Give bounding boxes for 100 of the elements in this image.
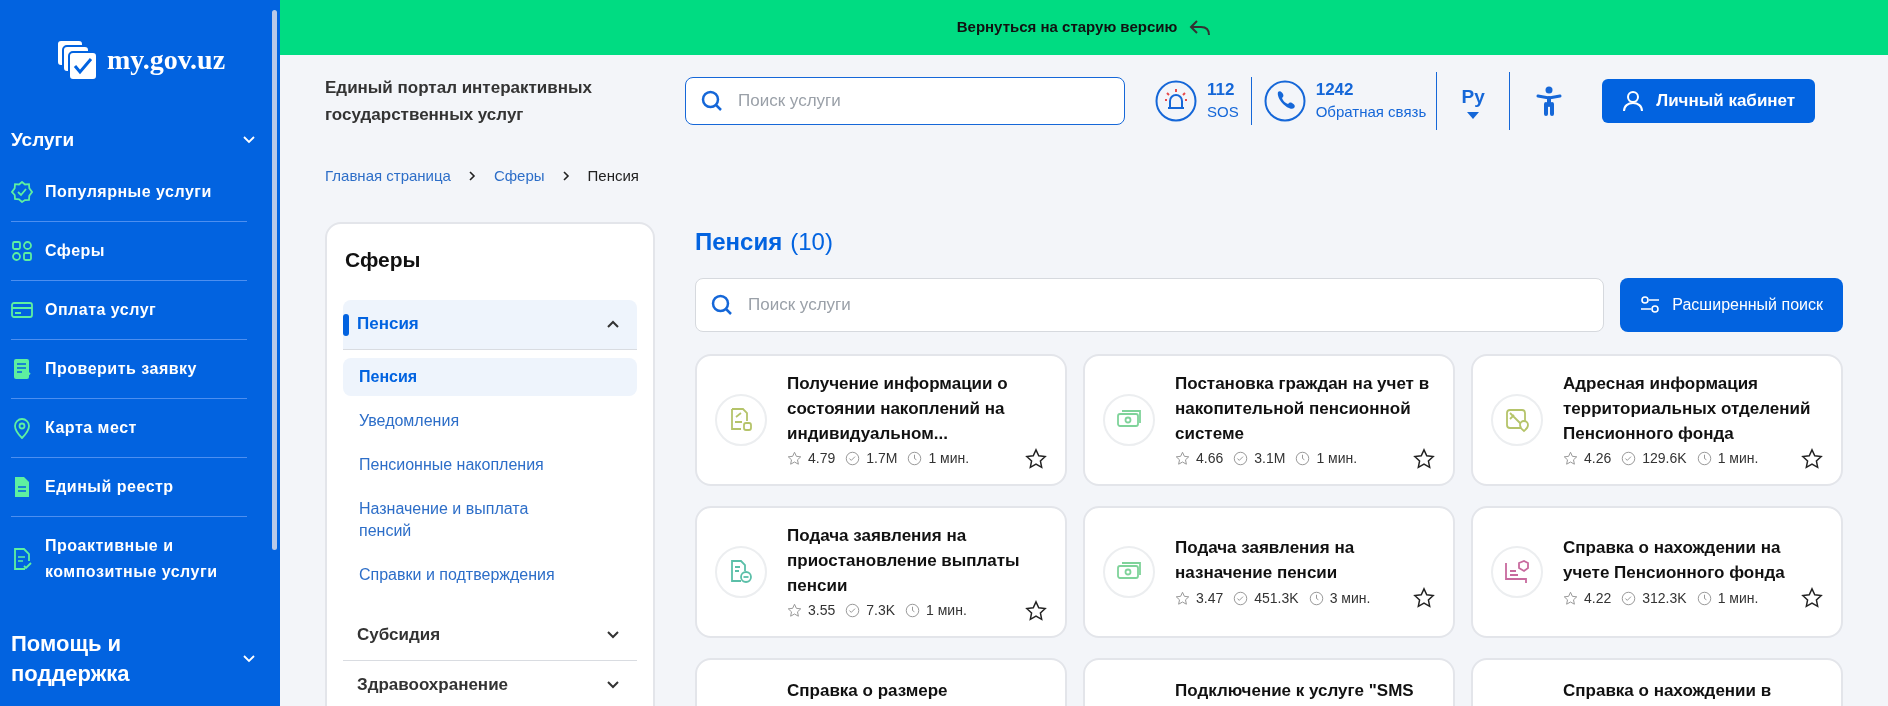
sidebar-item[interactable]: Проверить заявку bbox=[11, 339, 247, 399]
siren-icon bbox=[1155, 80, 1197, 122]
usage-count: 7.3K bbox=[866, 601, 896, 620]
usage-count: 1.7M bbox=[866, 449, 898, 468]
rating-value: 3.47 bbox=[1196, 588, 1224, 608]
badge-check-icon bbox=[11, 180, 33, 203]
usage-count: 312.3K bbox=[1642, 588, 1687, 608]
grid-icon bbox=[11, 239, 33, 262]
star-icon bbox=[1563, 451, 1578, 466]
document-check-icon bbox=[11, 547, 33, 570]
rating-value: 3.55 bbox=[808, 601, 836, 620]
subcategory-item[interactable]: Уведомления bbox=[343, 401, 637, 440]
contact-link[interactable]: 112 SOS bbox=[1155, 79, 1239, 123]
contact-label: SOS bbox=[1207, 102, 1239, 122]
advanced-search-button[interactable]: Расширенный поиск bbox=[1620, 278, 1843, 332]
clock-icon bbox=[905, 603, 921, 618]
favorite-star-icon[interactable] bbox=[1025, 599, 1047, 622]
location-pin-icon bbox=[11, 416, 33, 439]
contact-number: 112 bbox=[1207, 79, 1236, 101]
chevron-icon bbox=[243, 136, 255, 145]
service-card[interactable]: Адресная информация территориальных отделений Пенсионного фонда 4.26 129.6K 1 мин. bbox=[1471, 354, 1843, 486]
usage-count: 3.1M bbox=[1254, 449, 1286, 468]
contact-number: 1242 bbox=[1315, 79, 1355, 101]
card-title: Справка о нахождении в bbox=[1563, 680, 1772, 702]
breadcrumb-link[interactable]: Главная страница bbox=[325, 164, 451, 188]
service-card[interactable]: Справка о нахождении на учете Пенсионного фонда 4.22 312.3K 1 мин. bbox=[1471, 506, 1843, 638]
section-toggle[interactable]: Помощь и поддержка bbox=[11, 628, 269, 689]
service-card[interactable]: Справка о нахождении в bbox=[1471, 658, 1843, 706]
usage-count: 451.3K bbox=[1254, 588, 1299, 608]
duration: 1 мин. bbox=[1717, 588, 1759, 608]
service-search-field[interactable]: Поиск услуги bbox=[695, 278, 1605, 332]
language-selector[interactable]: Ру bbox=[1437, 83, 1510, 119]
service-card[interactable]: Подключение к услуге "SMS bbox=[1083, 658, 1455, 706]
clock-icon bbox=[1696, 590, 1712, 606]
sidebar-item[interactable]: Популярные услуги bbox=[11, 162, 247, 222]
service-card[interactable]: Подача заявления на приостановление выплаты пенсии 3.55 7.3K 1 мин. bbox=[695, 506, 1067, 638]
check-circle-icon bbox=[1233, 451, 1249, 466]
duration: 1 мин. bbox=[926, 601, 967, 620]
sidebar-item[interactable]: Проактивные и композитные услуги bbox=[11, 516, 247, 601]
service-card[interactable]: Подача заявления на назначение пенсии 3.47 451.3K 3 мин. bbox=[1083, 506, 1455, 638]
user-icon bbox=[1622, 90, 1645, 112]
sidebar-item[interactable]: Единый реестр bbox=[11, 457, 247, 517]
clock-icon bbox=[907, 451, 923, 466]
favorite-star-icon[interactable] bbox=[1025, 447, 1047, 470]
chevron-icon bbox=[243, 654, 255, 663]
contact-link[interactable]: 1242 Обратная связь bbox=[1263, 79, 1427, 123]
section-toggle[interactable]: Услуги bbox=[11, 126, 269, 155]
card-title: Подключение к услуге "SMS bbox=[1175, 680, 1414, 702]
subcategory-item[interactable]: Справки и подтверждения bbox=[343, 555, 637, 594]
service-card[interactable]: Получение информации о состоянии накоплений на индивидуальном... 4.79 1.7M 1 мин. bbox=[695, 354, 1067, 486]
rating-value: 4.66 bbox=[1196, 449, 1224, 468]
category-toggle[interactable]: Здравоохранение bbox=[343, 660, 637, 706]
subcategory-item[interactable]: Пенсия bbox=[343, 357, 637, 396]
checklist-icon bbox=[11, 357, 33, 380]
logo-text[interactable]: my.gov.uz bbox=[106, 39, 226, 81]
rating-value: 4.22 bbox=[1584, 588, 1612, 608]
favorite-star-icon[interactable] bbox=[1413, 447, 1435, 470]
favorite-star-icon[interactable] bbox=[1801, 447, 1823, 470]
scrollbar-thumb[interactable] bbox=[272, 10, 277, 550]
check-circle-icon bbox=[845, 451, 861, 466]
banner[interactable]: Вернуться на старую версию bbox=[280, 0, 1888, 55]
check-circle-icon bbox=[1621, 590, 1637, 606]
subcategory-item[interactable]: Пенсионные накопления bbox=[343, 445, 637, 484]
star-icon bbox=[787, 603, 802, 618]
phone-icon bbox=[1263, 80, 1306, 122]
portal-title: Единый портал интерактивных государственных услуг bbox=[325, 77, 593, 126]
duration: 1 мин. bbox=[1717, 449, 1759, 468]
sidebar-item[interactable]: Оплата услуг bbox=[11, 280, 247, 340]
subcategory-item[interactable]: Назначение и выплата пенсий bbox=[343, 489, 637, 550]
star-icon bbox=[1175, 590, 1190, 606]
service-card[interactable]: Постановка граждан на учет в накопительной пенсионной системе 4.66 3.1M 1 мин. bbox=[1083, 354, 1455, 486]
search-field[interactable]: Поиск услуги bbox=[685, 77, 1125, 125]
accessibility-icon[interactable] bbox=[1536, 86, 1563, 116]
duration: 1 мин. bbox=[1316, 449, 1358, 468]
service-card[interactable]: Справка о размере bbox=[695, 658, 1067, 706]
card-title: Подача заявления на назначение пенсии bbox=[1175, 537, 1356, 584]
sidebar-item[interactable]: Карта мест bbox=[11, 398, 247, 458]
favorite-star-icon[interactable] bbox=[1413, 587, 1435, 609]
star-icon bbox=[1175, 451, 1190, 466]
sliders-icon bbox=[1640, 296, 1661, 314]
account-button[interactable]: Личный кабинет bbox=[1602, 79, 1816, 123]
clock-icon bbox=[1295, 451, 1311, 466]
favorite-star-icon[interactable] bbox=[1801, 587, 1823, 609]
duration: 1 мин. bbox=[928, 449, 970, 468]
breadcrumb-link[interactable]: Сферы bbox=[493, 164, 545, 188]
contact-label: Обратная связь bbox=[1315, 102, 1427, 122]
section-title: Пенсия bbox=[695, 227, 783, 257]
card-title: Адресная информация территориальных отделений Пенсионного фонда bbox=[1563, 372, 1812, 445]
card-title: Подача заявления на приостановление выплаты пенсии bbox=[787, 524, 1021, 597]
rating-value: 4.79 bbox=[808, 449, 836, 468]
breadcrumb-current: Пенсия bbox=[587, 165, 639, 186]
banner-text: Вернуться на старую версию bbox=[956, 17, 1178, 38]
clock-icon bbox=[1696, 451, 1712, 466]
chevron-icon bbox=[607, 631, 619, 639]
star-icon bbox=[787, 451, 802, 466]
card-title: Справка о нахождении на учете Пенсионного фонда bbox=[1563, 537, 1786, 584]
check-circle-icon bbox=[1233, 590, 1249, 606]
sidebar-item[interactable]: Сферы bbox=[11, 221, 247, 281]
category-toggle[interactable]: Субсидия bbox=[343, 610, 637, 661]
category-toggle[interactable]: Пенсия bbox=[343, 299, 637, 350]
